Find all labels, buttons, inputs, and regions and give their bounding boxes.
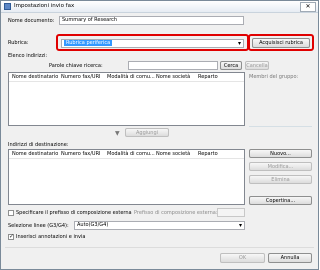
group-members-divider: [249, 126, 312, 127]
fax-app-icon: [4, 3, 11, 10]
address-book-selected-value: Rubrica periferica: [64, 40, 113, 46]
destination-table[interactable]: Nome destinatario Numero fax/URI Modalit…: [8, 149, 245, 205]
column-header-company[interactable]: Nome società: [156, 74, 190, 80]
column-header-mode[interactable]: Modalità di comu...: [107, 74, 155, 80]
line-selection-label: Selezione linee (G3/G4):: [8, 223, 69, 229]
destination-label: Indirizzi di destinazione:: [8, 142, 69, 148]
document-name-input[interactable]: Summary of Research: [59, 16, 244, 25]
edit-destination-button[interactable]: Modifica...: [249, 162, 312, 171]
address-book-select[interactable]: Rubrica periferica: [61, 39, 244, 48]
close-icon[interactable]: ✕: [300, 2, 316, 12]
annotations-checkbox[interactable]: [8, 233, 14, 240]
document-name-label: Nome documento:: [8, 18, 55, 24]
dest-column-header-fax[interactable]: Numero fax/URI: [61, 151, 101, 157]
arrow-down-icon: ▼: [115, 130, 120, 137]
cancel-button[interactable]: Annulla: [268, 253, 312, 263]
annotations-checkbox-label: Inserisci annotazioni e invia: [16, 234, 86, 240]
group-members-label: Membri del gruppo:: [249, 74, 299, 80]
external-prefix-input[interactable]: [217, 208, 245, 217]
external-prefix-field-label: Prefisso di composizione esterna:: [134, 210, 218, 216]
external-prefix-checkbox-label: Specificare il prefisso di composizione …: [16, 210, 132, 216]
address-book-label: Rubrica:: [8, 40, 29, 46]
line-selection-select[interactable]: Auto(G3/G4): [74, 221, 245, 230]
footer-divider: [5, 247, 314, 248]
new-destination-button[interactable]: Nuovo...: [249, 149, 312, 158]
search-keywords-input[interactable]: [128, 61, 218, 70]
fax-settings-dialog: Impostazioni invio fax ✕ Nome documento:…: [0, 0, 319, 270]
cover-page-button[interactable]: Copertina...: [249, 196, 312, 205]
dest-column-header-company[interactable]: Nome società: [156, 151, 190, 157]
external-prefix-checkbox[interactable]: [8, 210, 14, 216]
column-header-department[interactable]: Reparto: [198, 74, 218, 80]
destination-header: Nome destinatario Numero fax/URI Modalit…: [9, 150, 244, 159]
column-header-name[interactable]: Nome destinatario: [12, 74, 58, 80]
dest-column-header-name[interactable]: Nome destinatario: [12, 151, 58, 157]
window-title: Impostazioni invio fax: [14, 3, 75, 9]
title-bar: Impostazioni invio fax ✕: [1, 1, 318, 13]
dest-column-header-department[interactable]: Reparto: [198, 151, 218, 157]
ok-button[interactable]: OK: [220, 253, 265, 263]
search-button[interactable]: Cerca: [220, 61, 242, 70]
address-list-table[interactable]: Nome destinatario Numero fax/URI Modalit…: [8, 72, 245, 126]
delete-destination-button[interactable]: Elimina: [249, 175, 312, 184]
dest-column-header-mode[interactable]: Modalità di comu...: [107, 151, 155, 157]
acquire-address-book-button[interactable]: Acquisisci rubrica: [252, 38, 310, 48]
add-button[interactable]: Aggiungi: [125, 128, 169, 137]
address-list-header: Nome destinatario Numero fax/URI Modalit…: [9, 73, 244, 82]
clear-search-button[interactable]: Cancella: [245, 61, 269, 70]
column-header-fax[interactable]: Numero fax/URI: [61, 74, 101, 80]
search-keywords-label: Parole chiave ricerca:: [49, 63, 103, 69]
address-list-label: Elenco indirizzi:: [8, 53, 48, 59]
